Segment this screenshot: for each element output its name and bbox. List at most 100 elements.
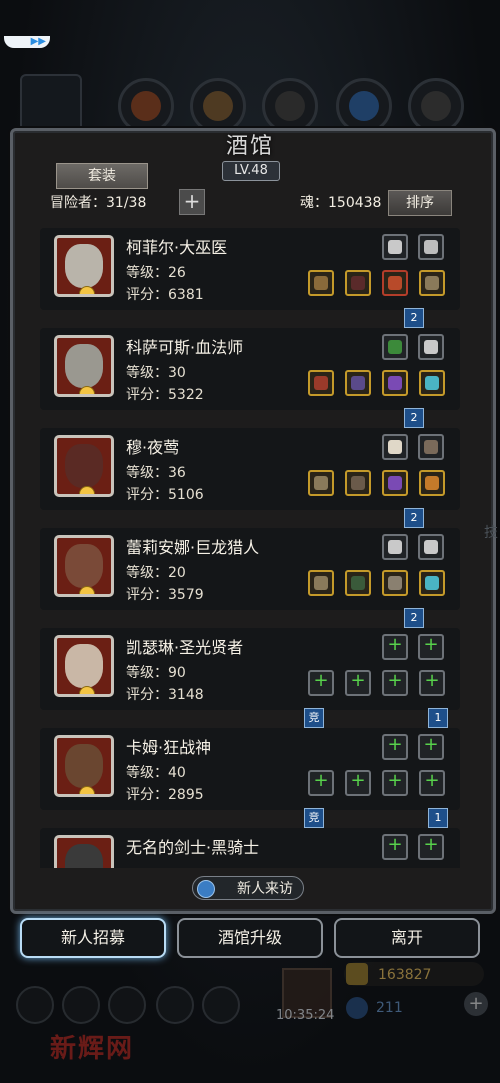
equip-slot-add-icon[interactable]: + <box>419 770 445 796</box>
gem-icon <box>346 997 368 1019</box>
hero-row[interactable]: 无名的剑士·黑骑士 + + <box>40 828 460 868</box>
hero-level: 等级：90 <box>126 665 186 681</box>
top-status-pill[interactable]: ▶▶ <box>4 36 50 48</box>
equip-slot-green-armor-icon[interactable] <box>345 570 371 596</box>
equip-slot-staff-icon[interactable] <box>308 270 334 296</box>
equip-slot-add-icon[interactable]: + <box>418 834 444 860</box>
equip-slot-add-armor-icon[interactable]: + <box>345 670 371 696</box>
hero-portrait[interactable] <box>54 835 114 868</box>
equip-slot-blue-ring-icon[interactable] <box>419 570 445 596</box>
equip-slot-purple-ring-icon[interactable] <box>382 470 408 496</box>
equip-slot-add-icon[interactable]: + <box>382 634 408 660</box>
hero-score: 评分：6381 <box>126 287 204 303</box>
equip-slot-bow-icon[interactable] <box>419 270 445 296</box>
hero-row[interactable]: 凯瑟琳·圣光贤者 等级：90 评分：3148 + + + + + +1 竞 <box>40 628 460 728</box>
hero-portrait[interactable] <box>54 335 114 397</box>
hero-list[interactable]: 柯菲尔·大巫医 等级：26 评分：6381 2 科萨可斯·血法师 等级：30 评分：5322… <box>40 228 460 868</box>
watermark: 新辉网 <box>50 1034 135 1064</box>
dock-icon-4[interactable] <box>156 986 194 1024</box>
equip-slot-sword-icon[interactable] <box>418 334 444 360</box>
equip-slot-orb-icon[interactable] <box>382 270 408 296</box>
dock-icon-3[interactable] <box>108 986 146 1024</box>
hero-level: 等级：30 <box>126 365 186 381</box>
hero-level: 等级：26 <box>126 265 186 281</box>
blue-ring-icon <box>425 376 439 390</box>
leave-button[interactable]: 离开 <box>334 918 480 958</box>
equip-slot-chest-icon[interactable] <box>345 470 371 496</box>
hero-portrait[interactable] <box>54 735 114 797</box>
moon-icon <box>79 586 95 594</box>
hero-portrait[interactable] <box>54 635 114 697</box>
recruit-button[interactable]: 新人招募 <box>20 918 166 958</box>
hero-row[interactable]: 蕾莉安娜·巨龙猎人 等级：20 评分：3579 2 <box>40 528 460 628</box>
rank-badge: 1 <box>428 708 448 728</box>
tab-orange-icon[interactable] <box>118 78 174 134</box>
hero-face <box>65 544 103 588</box>
equip-slot-add-icon[interactable]: + <box>382 770 408 796</box>
tab-dark-icon[interactable] <box>262 78 318 134</box>
suit-button[interactable]: 套装 <box>56 163 148 189</box>
hero-portrait[interactable] <box>54 235 114 297</box>
moon-icon <box>79 286 95 294</box>
add-icon: + <box>424 670 440 691</box>
hero-row[interactable]: 科萨可斯·血法师 等级：30 评分：5322 2 <box>40 328 460 428</box>
equip-slot-add-icon[interactable]: + <box>418 634 444 660</box>
equip-slot-purple-ring-icon[interactable] <box>382 370 408 396</box>
equip-slot-gold-ring-icon[interactable] <box>419 470 445 496</box>
tavern-level-badge: LV.48 <box>222 161 280 181</box>
equip-slot-add-icon[interactable]: + <box>382 834 408 860</box>
equip-slot-spear-icon[interactable] <box>418 234 444 260</box>
equip-slot-add-armor-icon[interactable]: + <box>345 770 371 796</box>
equip-slot-armor-icon[interactable] <box>418 434 444 460</box>
dock-icon-5[interactable] <box>202 986 240 1024</box>
bow-icon <box>314 476 328 490</box>
hero-portrait[interactable] <box>54 535 114 597</box>
hero-level: 等级：40 <box>126 765 186 781</box>
equip-slot-gauntlet-icon[interactable] <box>345 370 371 396</box>
compete-badge: 竞 <box>304 808 324 828</box>
add-icon: + <box>387 770 403 791</box>
equip-slot-horn-icon[interactable] <box>382 434 408 460</box>
equip-slot-sword-icon[interactable] <box>418 534 444 560</box>
equip-slot-blue-ring-icon[interactable] <box>419 370 445 396</box>
upgrade-tavern-button[interactable]: 酒馆升级 <box>177 918 323 958</box>
dock-icon-1[interactable] <box>16 986 54 1024</box>
newcomer-icon <box>197 880 215 898</box>
armor-icon <box>424 440 438 454</box>
equip-slot-red-staff-icon[interactable] <box>308 370 334 396</box>
equip-slot-sword-icon[interactable] <box>382 534 408 560</box>
tab-main-icon[interactable] <box>20 74 82 136</box>
tab-bronze-icon[interactable] <box>190 78 246 134</box>
equip-slot-helm-icon[interactable] <box>382 570 408 596</box>
add-weapon-icon: + <box>313 670 329 691</box>
hero-portrait[interactable] <box>54 435 114 497</box>
equip-slot-add-weapon-icon[interactable]: + <box>308 670 334 696</box>
add-currency-button[interactable]: + <box>464 992 488 1016</box>
tab-grey-icon[interactable] <box>408 78 464 134</box>
newcomer-button[interactable]: 新人来访 <box>192 876 304 900</box>
equip-slot-green-tome-icon[interactable] <box>382 334 408 360</box>
equip-slot-add-icon[interactable]: + <box>382 734 408 760</box>
equip-slot-add-weapon-icon[interactable]: + <box>308 770 334 796</box>
spear-icon <box>424 240 438 254</box>
hero-score: 评分：5106 <box>126 487 204 503</box>
hero-score: 评分：2895 <box>126 787 204 803</box>
equip-slot-robe-icon[interactable] <box>345 270 371 296</box>
equip-slot-add-icon[interactable]: + <box>382 670 408 696</box>
dock-icon-2[interactable] <box>62 986 100 1024</box>
tab-blue-icon[interactable] <box>336 78 392 134</box>
add-icon: + <box>424 770 440 791</box>
sort-button[interactable]: 排序 <box>388 190 452 216</box>
equip-slot-add-icon[interactable]: + <box>419 670 445 696</box>
equip-slot-add-icon[interactable]: + <box>418 734 444 760</box>
fast-forward-icon: ▶▶ <box>30 36 46 47</box>
equip-slot-bow-icon[interactable] <box>308 570 334 596</box>
equip-slot-sword-icon[interactable] <box>382 234 408 260</box>
equip-slot-bow-icon[interactable] <box>308 470 334 496</box>
hero-row[interactable]: 穆·夜莺 等级：36 评分：5106 2 <box>40 428 460 528</box>
hero-row[interactable]: 卡姆·狂战神 等级：40 评分：2895 + + + + + +1 竞 <box>40 728 460 828</box>
green-tome-icon <box>388 340 402 354</box>
hero-row[interactable]: 柯菲尔·大巫医 等级：26 评分：6381 2 <box>40 228 460 328</box>
gold-ring-icon <box>425 476 439 490</box>
add-capacity-button[interactable]: + <box>179 189 205 215</box>
